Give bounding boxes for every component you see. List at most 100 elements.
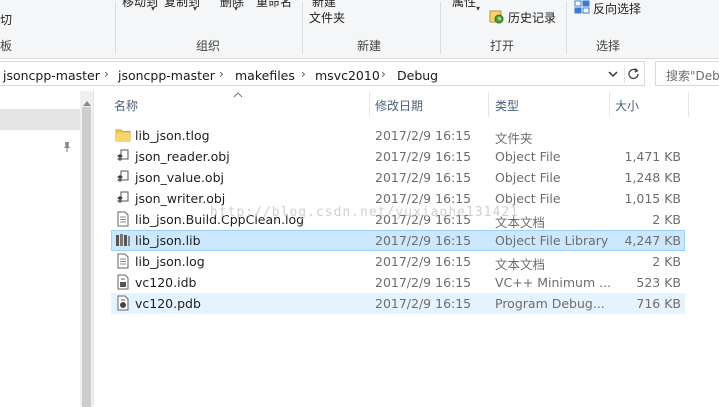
group-divider xyxy=(115,2,116,54)
file-date: 2017/2/9 16:15 xyxy=(375,128,472,143)
ribbon: 切 板 移动到 ▾ 复制到 ▾ 删除 ▾ 重命名 组织 新建 文件夹 新建 属性… xyxy=(0,0,719,59)
column-header-date[interactable]: 修改日期 xyxy=(375,97,423,114)
address-history-dropdown[interactable] xyxy=(606,67,620,81)
history-icon xyxy=(489,9,504,27)
file-name: lib_json.log xyxy=(135,254,205,269)
group-divider xyxy=(566,2,567,54)
chevron-down-icon: ▾ xyxy=(234,4,239,13)
file-date: 2017/2/9 16:15 xyxy=(375,149,472,164)
idb-file-icon xyxy=(115,274,131,290)
search-placeholder: 搜索"Debug" xyxy=(666,69,719,83)
file-size: 1,471 KB xyxy=(624,149,681,164)
breadcrumb-item[interactable]: jsoncpp-master xyxy=(118,68,215,83)
chevron-down-icon xyxy=(608,71,618,77)
file-name: vc120.idb xyxy=(135,275,197,290)
file-type: Object File xyxy=(495,149,561,164)
text-file-icon xyxy=(115,253,131,269)
chevron-down-icon: ▾ xyxy=(151,4,156,13)
pane-divider xyxy=(93,89,94,406)
clipboard-fragment[interactable]: 切 xyxy=(0,11,12,28)
file-row[interactable]: lib_json.log 2017/2/9 16:15 文本文档 2 KB xyxy=(111,251,685,272)
column-header-name[interactable]: 名称 xyxy=(114,97,138,114)
file-type: Object File xyxy=(495,170,561,185)
file-row[interactable]: json_value.obj 2017/2/9 16:15 Object Fil… xyxy=(111,167,685,188)
file-type: 文件夹 xyxy=(495,131,533,146)
chevron-down-icon: ▾ xyxy=(476,4,481,13)
file-size: 2 KB xyxy=(652,212,681,227)
file-date: 2017/2/9 16:15 xyxy=(375,170,472,185)
file-date: 2017/2/9 16:15 xyxy=(375,191,472,206)
watermark: http://blog.csdn.net/yuxiaohe131421 xyxy=(210,205,519,220)
group-divider xyxy=(302,2,303,54)
chevron-right-icon[interactable]: › xyxy=(104,67,109,81)
file-row[interactable]: lib_json.tlog 2017/2/9 16:15 文件夹 xyxy=(111,125,685,146)
new-folder-button[interactable]: 文件夹 xyxy=(309,9,345,26)
file-size: 2 KB xyxy=(652,254,681,269)
breadcrumb-item[interactable]: msvc2010 xyxy=(315,68,380,83)
column-divider[interactable] xyxy=(369,92,370,117)
group-divider xyxy=(440,2,441,54)
column-divider[interactable] xyxy=(609,92,610,117)
refresh-icon xyxy=(628,68,639,80)
file-type: VC++ Minimum ... xyxy=(495,275,612,290)
file-size: 4,247 KB xyxy=(624,233,681,248)
file-row-selected[interactable]: lib_json.lib 2017/2/9 16:15 Object File … xyxy=(111,230,685,251)
file-name: json_writer.obj xyxy=(135,191,226,206)
file-date: 2017/2/9 16:15 xyxy=(375,254,472,269)
refresh-button[interactable] xyxy=(624,65,643,83)
chevron-right-icon[interactable]: › xyxy=(219,67,224,81)
file-type: Object File Library xyxy=(495,233,609,248)
rename-button[interactable]: 重命名 xyxy=(256,0,292,10)
scrollbar-thumb[interactable] xyxy=(82,107,91,407)
file-type: Object File xyxy=(495,191,561,206)
file-size: 1,248 KB xyxy=(624,170,681,185)
invert-selection-icon xyxy=(574,0,590,17)
sort-ascending-icon xyxy=(233,87,243,101)
file-row-hover[interactable]: vc120.pdb 2017/2/9 16:15 Program Debug..… xyxy=(111,293,685,314)
nav-scrollbar[interactable] xyxy=(80,91,93,407)
folder-icon xyxy=(115,127,131,143)
breadcrumb-item-current[interactable]: Debug xyxy=(397,68,438,83)
address-bar[interactable]: jsoncpp-master › jsoncpp-master › makefi… xyxy=(0,61,645,86)
navigation-pane xyxy=(0,89,93,407)
file-row[interactable]: vc120.idb 2017/2/9 16:15 VC++ Minimum ..… xyxy=(111,272,685,293)
chevron-down-icon: ▾ xyxy=(193,4,198,13)
open-group-label: 打开 xyxy=(490,39,515,53)
invert-selection-button[interactable]: 反向选择 xyxy=(593,0,641,17)
chevron-right-icon[interactable]: › xyxy=(381,67,386,81)
breadcrumb-item[interactable]: jsoncpp-master xyxy=(3,68,100,83)
file-size: 716 KB xyxy=(636,296,681,311)
address-row: jsoncpp-master › jsoncpp-master › makefi… xyxy=(0,59,719,89)
column-header-size[interactable]: 大小 xyxy=(615,97,639,114)
column-header-type[interactable]: 类型 xyxy=(495,97,519,114)
file-name: json_reader.obj xyxy=(135,149,230,164)
organize-group-label: 组织 xyxy=(196,39,221,53)
file-row[interactable]: json_reader.obj 2017/2/9 16:15 Object Fi… xyxy=(111,146,685,167)
breadcrumb-item[interactable]: makefiles xyxy=(235,68,295,83)
file-type: Program Debug... xyxy=(495,296,605,311)
column-divider[interactable] xyxy=(488,92,489,117)
file-date: 2017/2/9 16:15 xyxy=(375,233,472,248)
file-size: 523 KB xyxy=(636,275,681,290)
new-group-label: 新建 xyxy=(357,39,382,53)
column-divider[interactable] xyxy=(688,92,689,117)
properties-button[interactable]: 属性 xyxy=(452,0,476,10)
file-date: 2017/2/9 16:15 xyxy=(375,275,472,290)
history-button[interactable]: 历史记录 xyxy=(508,9,556,26)
text-file-icon xyxy=(115,211,131,227)
file-date: 2017/2/9 16:15 xyxy=(375,296,472,311)
search-input[interactable]: 搜索"Debug" xyxy=(655,61,719,86)
clipboard-group-label: 板 xyxy=(0,39,13,53)
obj-file-icon xyxy=(115,148,131,164)
file-name: json_value.obj xyxy=(135,170,224,185)
file-size: 1,015 KB xyxy=(624,191,681,206)
chevron-right-icon[interactable]: › xyxy=(301,67,306,81)
pdb-file-icon xyxy=(115,295,131,311)
file-name: lib_json.tlog xyxy=(135,128,210,143)
select-group-label: 选择 xyxy=(596,39,621,53)
obj-file-icon xyxy=(115,190,131,206)
delete-button[interactable]: 删除 xyxy=(220,0,244,10)
pin-icon[interactable] xyxy=(61,141,73,153)
file-name: vc120.pdb xyxy=(135,296,201,311)
library-file-icon xyxy=(115,232,131,248)
